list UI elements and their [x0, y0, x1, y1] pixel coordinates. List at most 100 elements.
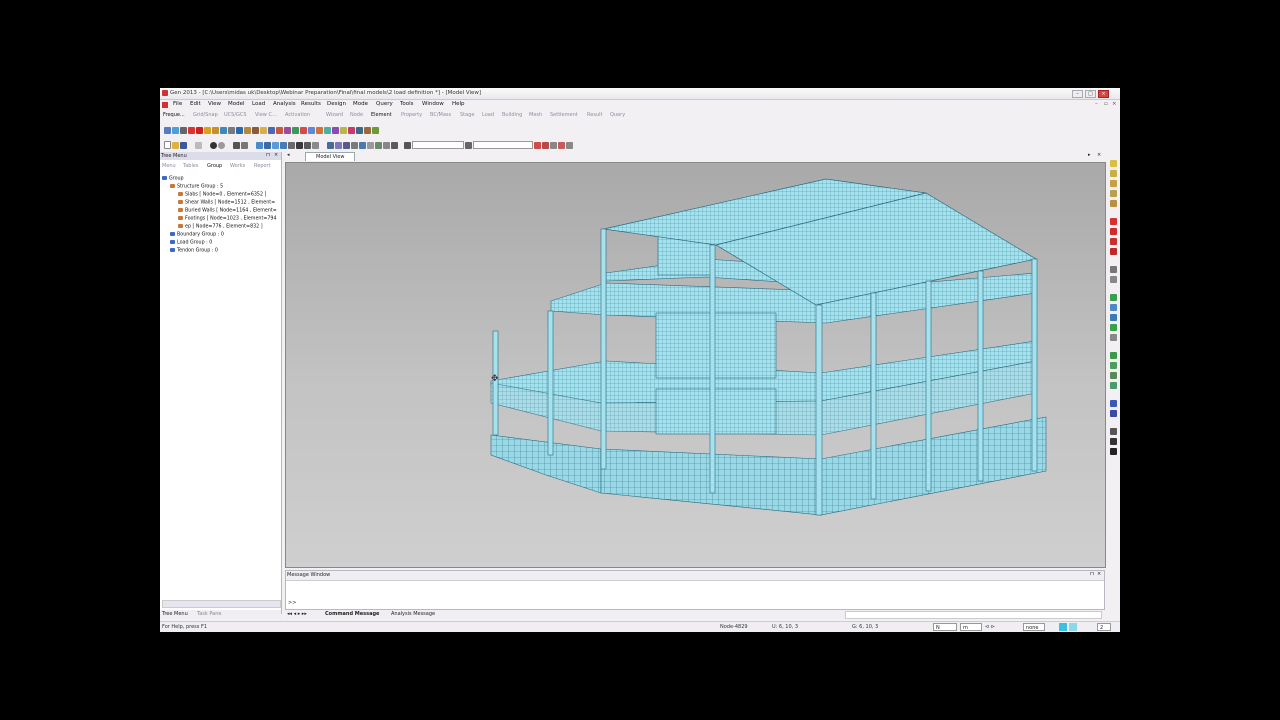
panel-close-icon[interactable]: × — [274, 152, 278, 158]
zoom-fit-icon[interactable] — [256, 141, 263, 149]
ribbon-tab-stage[interactable]: Stage — [460, 112, 474, 118]
tree-item-ep[interactable]: ep [ Node=776 , Element=832 ] — [178, 224, 263, 230]
ribbon-tab-property[interactable]: Property — [401, 112, 422, 118]
menu-results[interactable]: Results — [301, 101, 321, 107]
rear-view-icon[interactable] — [1110, 228, 1117, 235]
ribbon-tab-view-control[interactable]: View C... — [255, 112, 277, 118]
force-unit-select[interactable]: N — [933, 623, 957, 631]
ribbon-tab-query[interactable]: Query — [610, 112, 625, 118]
select-identity-icon[interactable] — [212, 126, 219, 134]
intersect-icon[interactable] — [340, 126, 347, 134]
ucs-icon[interactable] — [404, 141, 411, 149]
hidden-icon[interactable] — [327, 141, 334, 149]
ribbon-tab-building[interactable]: Building — [502, 112, 522, 118]
change-parameter-icon[interactable] — [364, 126, 371, 134]
tab-command-message[interactable]: Command Message — [325, 611, 379, 617]
point-grid-icon[interactable] — [359, 141, 366, 149]
analysis-icon[interactable] — [558, 141, 565, 149]
element-snap-icon[interactable] — [391, 141, 398, 149]
tab-scroll-right-icon[interactable]: ▸ — [1088, 152, 1091, 158]
length-unit-select[interactable]: m — [960, 623, 982, 631]
app-icon[interactable] — [162, 90, 168, 96]
doc-icon[interactable] — [162, 102, 168, 108]
mdi-minimize-icon[interactable]: – — [1095, 101, 1098, 107]
menu-tools[interactable]: Tools — [400, 101, 414, 107]
menu-design[interactable]: Design — [327, 101, 346, 107]
ribbon-tab-element[interactable]: Element — [371, 112, 392, 118]
status-nav-icons[interactable]: ⊲ ⊳ — [985, 624, 995, 630]
display-icon[interactable] — [351, 141, 358, 149]
zoom-in-icon[interactable] — [1110, 170, 1117, 177]
tree-item-shear-walls[interactable]: Shear Walls [ Node=1512 , Element= — [178, 200, 275, 206]
pan-tool-icon[interactable] — [1110, 438, 1117, 445]
shrink-icon[interactable] — [335, 141, 342, 149]
activate-icon[interactable] — [220, 126, 227, 134]
menu-analysis[interactable]: Analysis — [273, 101, 296, 107]
node-snap-icon[interactable] — [383, 141, 390, 149]
tree-item-boundary-group[interactable]: Boundary Group : 0 — [170, 232, 224, 238]
delete-element-icon[interactable] — [348, 126, 355, 134]
ribbon-tab-result[interactable]: Result — [587, 112, 602, 118]
tab-scroll-left-icon[interactable]: ◂ — [287, 152, 290, 158]
copy-icon[interactable] — [1110, 362, 1117, 369]
open-file-icon[interactable] — [172, 141, 179, 149]
mirror-icon[interactable] — [332, 126, 339, 134]
view-close-icon[interactable]: × — [1097, 152, 1101, 158]
extrude-icon[interactable] — [292, 126, 299, 134]
mirror-icon[interactable] — [1110, 382, 1117, 389]
ribbon-tab-node[interactable]: Node — [350, 112, 363, 118]
tree-horizontal-scrollbar[interactable] — [162, 600, 281, 608]
rotate-icon[interactable] — [1110, 372, 1117, 379]
mdi-close-icon[interactable]: × — [1112, 101, 1117, 107]
menu-query[interactable]: Query — [376, 101, 393, 107]
tab-model-view[interactable]: Model View — [305, 152, 355, 161]
save-icon[interactable] — [180, 141, 187, 149]
mdi-restore-icon[interactable]: ▫ — [1104, 101, 1108, 107]
zoom-out-icon[interactable] — [1110, 180, 1117, 187]
select-icon[interactable] — [164, 126, 171, 134]
rotate-view-icon[interactable] — [1110, 276, 1117, 283]
create-element-icon[interactable] — [284, 126, 291, 134]
front-view-icon[interactable] — [1110, 218, 1117, 225]
element-numbering-icon[interactable] — [276, 126, 283, 134]
tree-item-group[interactable]: Group — [162, 176, 184, 182]
move-icon[interactable] — [1110, 352, 1117, 359]
tab-group[interactable]: Group — [207, 163, 222, 169]
active-all-icon[interactable] — [236, 126, 243, 134]
display-icon[interactable] — [1110, 400, 1117, 407]
ucs-combo[interactable] — [412, 141, 464, 149]
check-duplicate-icon[interactable] — [372, 126, 379, 134]
tab-tables[interactable]: Tables — [183, 163, 199, 169]
front-view-icon[interactable] — [312, 141, 319, 149]
message-close-icon[interactable]: × — [1097, 571, 1101, 577]
unselect-icon[interactable] — [188, 126, 195, 134]
node-numbering-icon[interactable] — [268, 126, 275, 134]
menu-help[interactable]: Help — [452, 101, 465, 107]
active-identity-icon[interactable] — [244, 126, 251, 134]
message-horizontal-scrollbar[interactable] — [845, 611, 1102, 619]
result-icon[interactable] — [566, 141, 573, 149]
divide-element-icon[interactable] — [300, 126, 307, 134]
origin-icon[interactable] — [465, 141, 472, 149]
tab-report[interactable]: Report — [254, 163, 271, 169]
tree-item-buried-walls[interactable]: Buried Walls [ Node=1164 , Element= — [178, 208, 277, 214]
renumber-icon[interactable] — [356, 126, 363, 134]
redo-icon[interactable] — [218, 141, 225, 149]
ribbon-tab-ucs-gcs[interactable]: UCS/GCS — [224, 112, 247, 118]
select-window-icon[interactable] — [172, 126, 179, 134]
menu-load[interactable]: Load — [252, 101, 265, 107]
left-view-icon[interactable] — [1110, 238, 1117, 245]
pin-icon[interactable]: ⊓ — [266, 152, 270, 158]
tree-item-load-group[interactable]: Load Group : 0 — [170, 240, 212, 246]
merge-element-icon[interactable] — [308, 126, 315, 134]
view-combo[interactable] — [473, 141, 533, 149]
print-preview-icon[interactable] — [241, 141, 248, 149]
print-icon[interactable] — [233, 141, 240, 149]
cut-icon[interactable] — [195, 141, 202, 149]
color-alt-icon[interactable] — [1069, 623, 1077, 631]
menu-edit[interactable]: Edit — [190, 101, 201, 107]
menu-mode[interactable]: Mode — [353, 101, 368, 107]
dynamic-view-icon[interactable] — [288, 141, 295, 149]
menu-model[interactable]: Model — [228, 101, 245, 107]
tab-analysis-message[interactable]: Analysis Message — [391, 611, 435, 617]
